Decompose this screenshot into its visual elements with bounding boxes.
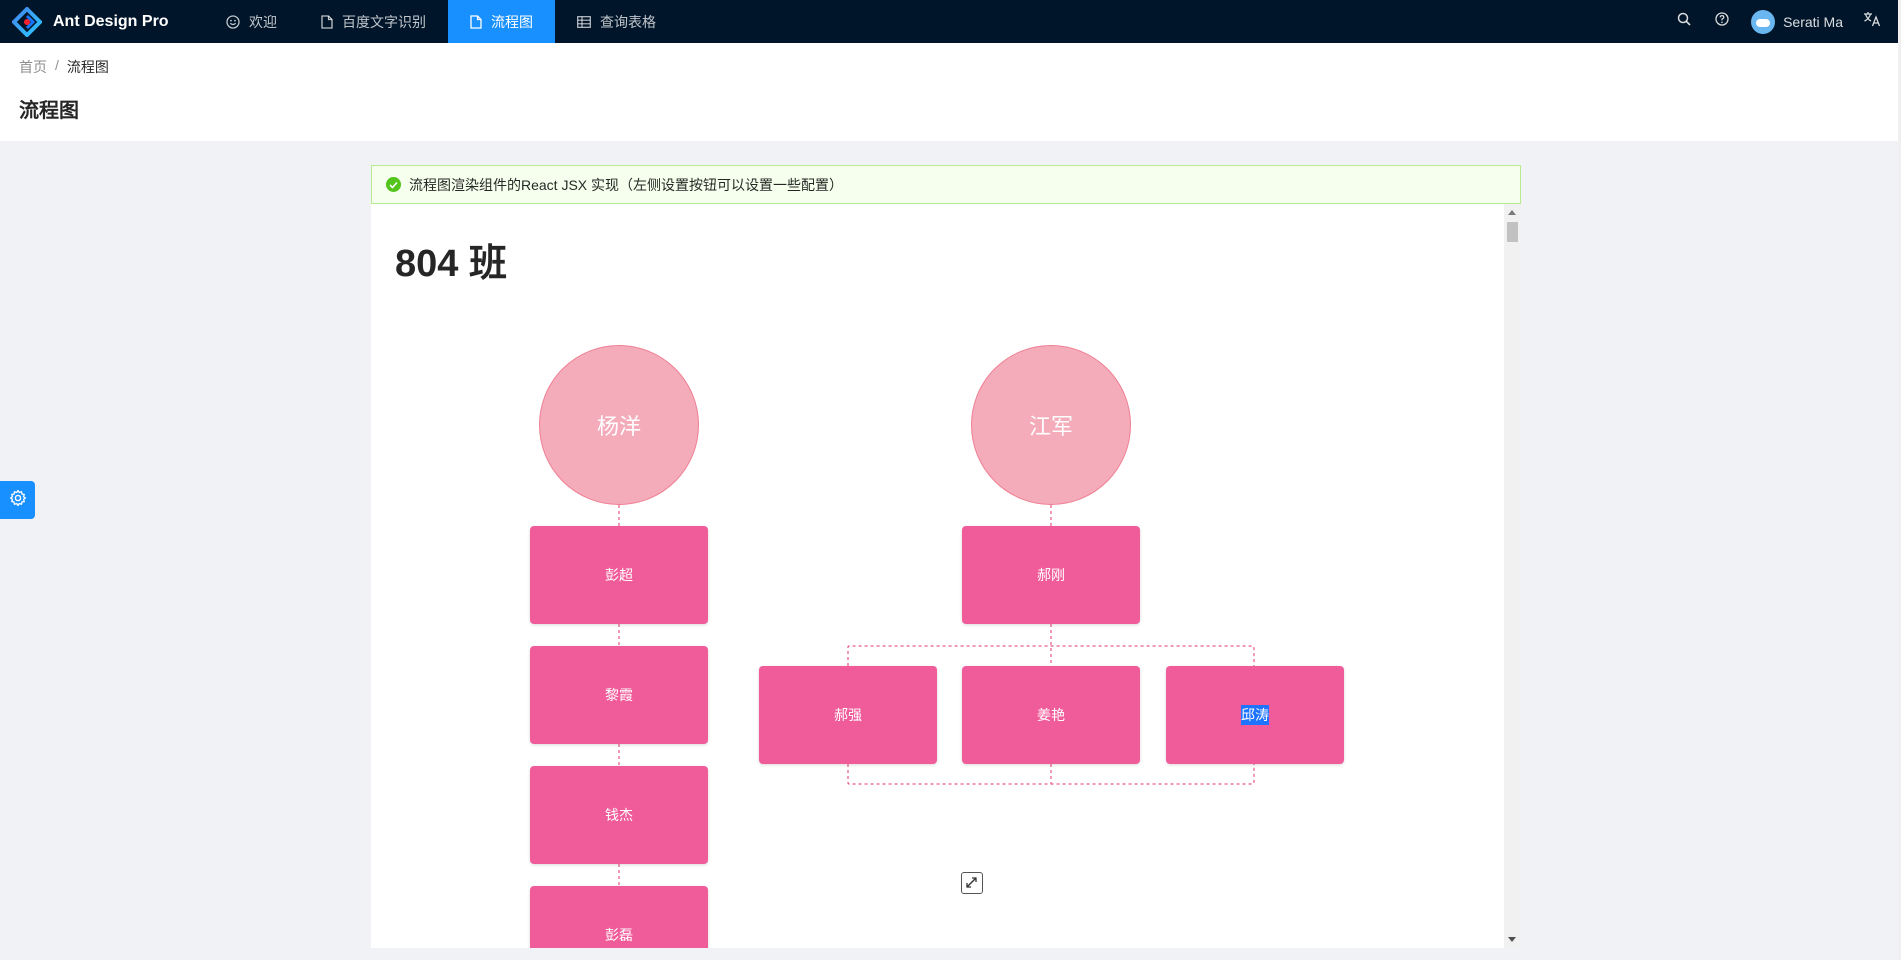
student-node[interactable]: 黎霞 <box>530 646 708 744</box>
teacher-node[interactable]: 江军 <box>971 345 1131 505</box>
student-node[interactable]: 彭超 <box>530 526 708 624</box>
flowchart-canvas[interactable]: 804 班 杨洋 江军 彭超 黎霞 钱杰 彭磊 郝刚 郝强 姜艳 邱涛 <box>371 204 1521 948</box>
file-icon <box>321 14 333 29</box>
check-circle-icon <box>386 177 401 192</box>
nav-item-welcome[interactable]: 欢迎 <box>204 0 299 43</box>
header-actions: Serati Ma <box>1665 0 1901 43</box>
teacher-name: 江军 <box>1028 414 1073 439</box>
smile-icon <box>226 14 240 29</box>
student-name: 钱杰 <box>605 807 633 823</box>
question-circle-icon <box>1715 12 1729 31</box>
file-icon <box>470 14 482 29</box>
avatar <box>1751 9 1776 34</box>
user-name: Serati Ma <box>1783 13 1843 30</box>
settings-button[interactable] <box>0 481 35 519</box>
student-node[interactable]: 彭磊 <box>530 886 708 948</box>
breadcrumb: 首页 / 流程图 <box>19 57 109 77</box>
resize-handle-icon[interactable] <box>961 872 983 894</box>
table-icon <box>577 15 591 28</box>
nav-item-baidu-ocr[interactable]: 百度文字识别 <box>299 0 448 43</box>
page-title: 流程图 <box>19 100 79 122</box>
alert-message: 流程图渲染组件的React JSX 实现（左侧设置按钮可以设置一些配置） <box>409 176 844 193</box>
breadcrumb-home-link[interactable]: 首页 <box>19 57 47 77</box>
language-button[interactable] <box>1853 0 1891 43</box>
student-node[interactable]: 姜艳 <box>962 666 1140 764</box>
teacher-name: 杨洋 <box>596 414 641 439</box>
nav-label: 欢迎 <box>249 13 277 30</box>
ant-design-logo-icon <box>11 5 43 38</box>
nav-label: 流程图 <box>491 13 533 30</box>
student-name: 郝强 <box>834 707 862 723</box>
nav-label: 查询表格 <box>600 13 656 30</box>
search-button[interactable] <box>1665 0 1703 43</box>
search-icon <box>1677 12 1691 31</box>
student-name: 彭磊 <box>605 927 633 943</box>
student-node[interactable]: 郝强 <box>759 666 937 764</box>
student-name: 姜艳 <box>1037 707 1065 723</box>
nav-item-flowchart[interactable]: 流程图 <box>448 0 555 43</box>
logo[interactable]: Ant Design Pro <box>0 0 200 43</box>
top-header: Ant Design Pro 欢迎 百度文字识别 流程图 查询表格 Serati… <box>0 0 1901 43</box>
student-node[interactable]: 郝刚 <box>962 526 1140 624</box>
top-nav: 欢迎 百度文字识别 流程图 查询表格 <box>204 0 678 43</box>
scroll-thumb[interactable] <box>1507 222 1518 242</box>
student-name: 黎霞 <box>605 687 633 703</box>
info-alert: 流程图渲染组件的React JSX 实现（左侧设置按钮可以设置一些配置） <box>371 165 1521 204</box>
help-button[interactable] <box>1703 0 1741 43</box>
scroll-down-icon[interactable] <box>1508 937 1516 942</box>
app-title: Ant Design Pro <box>53 12 169 30</box>
canvas-scrollbar[interactable] <box>1504 204 1521 948</box>
page-header: 首页 / 流程图 流程图 <box>0 43 1898 141</box>
nav-label: 百度文字识别 <box>342 13 426 30</box>
breadcrumb-separator: / <box>55 57 59 73</box>
student-name: 彭超 <box>605 567 633 583</box>
student-name: 郝刚 <box>1037 567 1065 583</box>
student-name: 邱涛 <box>1241 705 1269 725</box>
user-menu[interactable]: Serati Ma <box>1741 0 1853 43</box>
translation-icon <box>1863 11 1881 32</box>
nav-item-query-table[interactable]: 查询表格 <box>555 0 678 43</box>
gear-icon <box>9 489 27 512</box>
teacher-node[interactable]: 杨洋 <box>539 345 699 505</box>
breadcrumb-current: 流程图 <box>66 59 109 75</box>
student-node[interactable]: 钱杰 <box>530 766 708 864</box>
student-node[interactable]: 邱涛 <box>1166 666 1344 764</box>
scroll-up-icon[interactable] <box>1508 210 1516 215</box>
